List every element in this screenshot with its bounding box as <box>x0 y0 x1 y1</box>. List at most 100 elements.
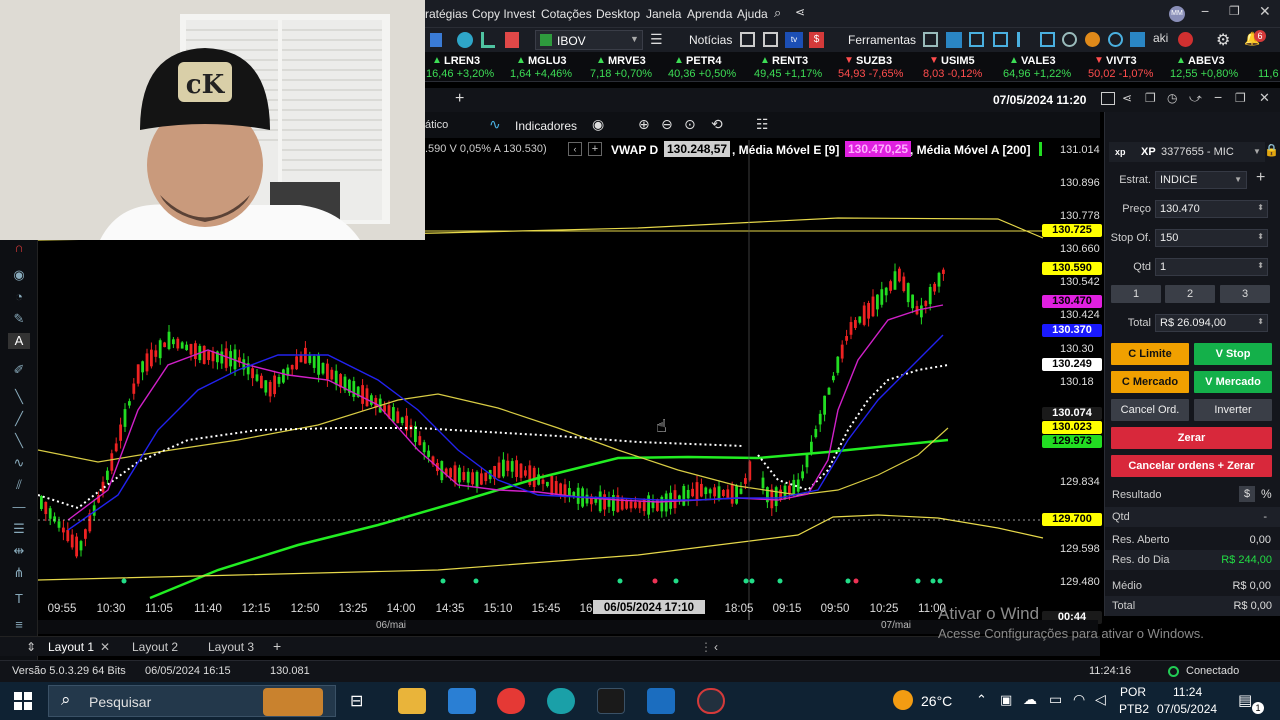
bar-chart-icon[interactable] <box>481 32 495 48</box>
account-select[interactable]: xp XP 3377655 - MIC ▼ <box>1109 142 1265 162</box>
noticias-button[interactable]: Notícias <box>689 33 732 47</box>
eye-icon[interactable]: ◉ <box>592 116 604 133</box>
chart-type-label[interactable]: ático <box>425 119 448 131</box>
chart-close-icon[interactable]: ✕ <box>1259 90 1270 106</box>
hline-tool-icon[interactable]: — <box>8 499 30 515</box>
windows-start-icon[interactable] <box>14 692 32 710</box>
tab-layout-3[interactable]: Layout 3 <box>208 640 254 654</box>
window-icon[interactable] <box>1101 92 1115 105</box>
tool-icon-6[interactable] <box>1040 32 1055 47</box>
lang-2[interactable]: PTB2 <box>1119 702 1149 716</box>
wifi-icon[interactable]: ◠ <box>1073 691 1085 708</box>
tool-icon-4[interactable] <box>993 32 1008 47</box>
chart-minimize-icon[interactable]: − <box>1214 89 1222 105</box>
estrat-select[interactable]: INDICE ▼ <box>1155 171 1247 189</box>
zoom-out-icon[interactable]: ⊖ <box>661 116 673 133</box>
currency-toggle[interactable]: $ <box>1239 486 1255 502</box>
ticker-item[interactable]: ▼ USIM5 8,03 -0,12% <box>923 54 1003 80</box>
lock-icon[interactable]: 🔒 <box>1264 143 1279 157</box>
chrome-icon[interactable] <box>497 688 525 714</box>
tool-icon-5[interactable] <box>1017 32 1032 47</box>
zoom-in-icon[interactable]: ⊕ <box>638 116 650 133</box>
add-layout-icon[interactable]: + <box>273 638 281 654</box>
ticker-item[interactable]: ▼ SUZB3 54,93 -7,65% <box>838 54 918 80</box>
cancelar-zerar-button[interactable]: Cancelar ordens + Zerar <box>1111 455 1272 477</box>
eye-tool-icon[interactable]: ◉ <box>8 267 30 283</box>
menu-estrategias[interactable]: ratégias <box>425 7 468 21</box>
pie-chart-icon[interactable] <box>457 32 473 48</box>
book-icon[interactable] <box>505 32 519 48</box>
scroll-left-icon[interactable]: ‹ <box>714 640 718 654</box>
settings-bars-icon[interactable]: ☷ <box>756 116 769 133</box>
profit-app-icon[interactable] <box>597 688 625 714</box>
tool-icon-1[interactable] <box>923 32 938 47</box>
ticker-item[interactable]: ▲ VALE3 64,96 +1,22% <box>1003 54 1083 80</box>
menu-desktop[interactable]: Desktop <box>596 7 640 21</box>
menu-janela[interactable]: Janela <box>646 7 681 21</box>
grid-icon[interactable] <box>430 33 442 47</box>
v-stop-button[interactable]: V Stop <box>1194 343 1272 365</box>
menu-aprenda[interactable]: Aprenda <box>687 7 732 21</box>
pencil-icon[interactable]: ✎ <box>8 311 30 327</box>
taskbar-time[interactable]: 11:24 <box>1173 685 1202 699</box>
stop-input[interactable]: 150 ⬍ <box>1155 229 1268 247</box>
restore-icon[interactable]: ❐ <box>1229 4 1240 18</box>
chart-maximize-icon[interactable]: ❐ <box>1235 91 1246 105</box>
volume-icon[interactable]: ◁ <box>1095 691 1106 708</box>
menu-ajuda[interactable]: Ajuda <box>737 7 768 21</box>
tool-icon-7[interactable] <box>1062 32 1077 47</box>
symbol-select[interactable]: IBOV ▼ <box>535 30 643 50</box>
brush-icon[interactable]: ✐ <box>8 362 30 378</box>
avatar[interactable]: MM <box>1169 6 1185 22</box>
drag-handle-icon[interactable]: ⋮ <box>700 640 712 654</box>
taskbar-search[interactable]: ⌕ Pesquisar <box>48 685 336 717</box>
lang-1[interactable]: POR <box>1120 685 1146 699</box>
news-icon[interactable] <box>740 32 755 47</box>
share-chart-icon[interactable]: ⋖ <box>1122 91 1132 105</box>
tool-icon-3[interactable] <box>969 32 984 47</box>
text-tool-icon[interactable]: A <box>8 333 30 349</box>
indicators-icon[interactable]: ∿ <box>489 116 501 133</box>
zoom-fit-icon[interactable]: ⊙ <box>684 116 696 133</box>
ray-tool-icon[interactable]: ╱ <box>8 411 30 427</box>
battery-icon[interactable]: ▭ <box>1049 691 1062 708</box>
cloud-icon[interactable]: ☁ <box>1023 691 1037 708</box>
percent-toggle[interactable]: % <box>1261 487 1272 501</box>
menu-tool-icon[interactable]: ≡ <box>8 617 30 633</box>
tray-icon-1[interactable]: ▣ <box>1000 692 1012 708</box>
edge-icon[interactable] <box>547 688 575 714</box>
ticker-item[interactable]: ▲ MGLU3 1,64 +4,46% <box>510 54 590 80</box>
ticker-item[interactable]: ▲ ABEV3 12,55 +0,80% <box>1170 54 1250 80</box>
gear-icon[interactable]: ⚙ <box>1216 30 1230 50</box>
tool-icon-8[interactable] <box>1085 32 1100 47</box>
ticker-item[interactable]: ▲ MRVE3 7,18 +0,70% <box>590 54 670 80</box>
fib-tool-icon[interactable]: ☰ <box>8 521 30 537</box>
share-icon[interactable]: ⋖ <box>795 5 805 19</box>
taskbar-date[interactable]: 07/05/2024 <box>1157 702 1217 716</box>
ticker-item[interactable]: ▲ RENT3 49,45 +1,17% <box>754 54 834 80</box>
calendar-icon[interactable] <box>763 32 778 47</box>
oki-icon[interactable]: aki <box>1153 31 1168 45</box>
text-t-icon[interactable]: T <box>8 591 30 607</box>
file-explorer-icon[interactable] <box>398 688 426 714</box>
v-mercado-button[interactable]: V Mercado <box>1194 371 1272 393</box>
weather-icon[interactable] <box>893 690 913 710</box>
tv-icon[interactable]: tv <box>785 32 803 48</box>
menu-cotacoes[interactable]: Cotações <box>541 7 592 21</box>
c-limite-button[interactable]: C Limite <box>1111 343 1189 365</box>
ferramentas-button[interactable]: Ferramentas <box>848 33 916 47</box>
search-icon[interactable]: ⌕ <box>774 5 781 21</box>
task-view-icon[interactable]: ⊟ <box>350 691 363 711</box>
tray-chevron-icon[interactable]: ⌃ <box>976 692 987 708</box>
trend-tool-icon[interactable]: ╲ <box>8 433 30 449</box>
tab-layout-2[interactable]: Layout 2 <box>132 640 178 654</box>
dollar-icon[interactable]: $ <box>809 32 824 48</box>
store-icon[interactable] <box>448 688 476 714</box>
close-icon[interactable]: ✕ <box>1259 3 1271 20</box>
measure-tool-icon[interactable]: ⇹ <box>8 543 30 559</box>
inverter-button[interactable]: Inverter <box>1194 399 1272 421</box>
quick-qty-3[interactable]: 3 <box>1220 285 1270 303</box>
ticker-item[interactable]: ▼ VIVT3 50,02 -1,07% <box>1088 54 1168 80</box>
quick-qty-1[interactable]: 1 <box>1111 285 1161 303</box>
popout-icon[interactable]: ❐ <box>1145 91 1156 105</box>
